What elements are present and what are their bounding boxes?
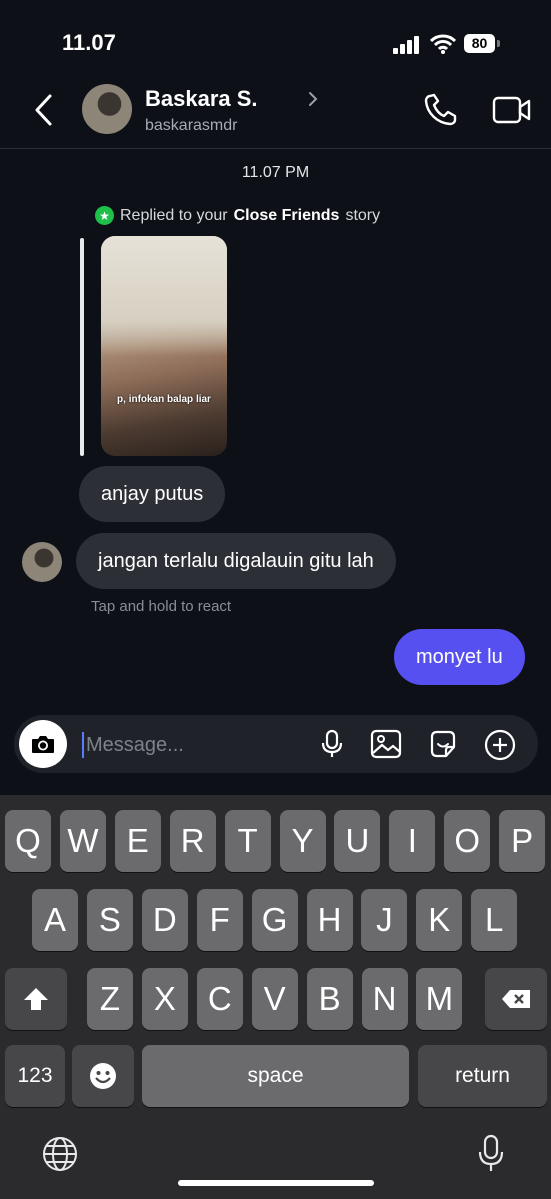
text-caret <box>82 732 84 758</box>
message-bubble-outgoing[interactable]: monyet lu <box>394 629 525 685</box>
battery-icon: 80 <box>464 34 500 53</box>
dictation-mic-icon[interactable] <box>476 1134 506 1174</box>
signal-icon <box>393 36 421 54</box>
globe-icon[interactable] <box>42 1136 78 1172</box>
camera-icon <box>32 736 54 753</box>
key-y[interactable]: Y <box>279 810 326 872</box>
key-i[interactable]: I <box>389 810 436 872</box>
sender-avatar[interactable] <box>22 542 62 582</box>
key-v[interactable]: V <box>251 968 298 1030</box>
key-m[interactable]: M <box>416 968 463 1030</box>
chevron-right-icon[interactable] <box>306 90 320 108</box>
reply-quote-bar <box>80 238 84 456</box>
story-thumbnail[interactable]: p, infokan balap liar <box>101 236 227 456</box>
message-bubble-incoming[interactable]: jangan terlalu digalauin gitu lah <box>76 533 396 589</box>
shift-key[interactable] <box>5 968 67 1030</box>
story-reply-note: ★ Replied to your Close Friends story <box>95 206 380 225</box>
key-q[interactable]: Q <box>5 810 51 872</box>
key-j[interactable]: J <box>361 889 408 951</box>
key-z[interactable]: Z <box>87 968 133 1030</box>
home-indicator[interactable] <box>178 1180 374 1186</box>
message-input[interactable] <box>86 730 306 760</box>
key-k[interactable]: K <box>416 889 463 951</box>
header-divider <box>0 148 551 149</box>
delete-key[interactable] <box>485 968 547 1030</box>
contact-name[interactable]: Baskara S. <box>145 86 258 112</box>
sticker-icon[interactable] <box>428 729 458 759</box>
status-time: 11.07 <box>62 30 116 55</box>
key-t[interactable]: T <box>224 810 271 872</box>
key-a[interactable]: A <box>32 889 78 951</box>
key-r[interactable]: R <box>169 810 216 872</box>
reply-close-friends: Close Friends <box>233 206 340 224</box>
key-s[interactable]: S <box>86 889 133 951</box>
key-e[interactable]: E <box>114 810 161 872</box>
reply-prefix: Replied to your <box>120 206 228 224</box>
key-h[interactable]: H <box>306 889 353 951</box>
video-call-button[interactable] <box>492 94 532 126</box>
key-u[interactable]: U <box>334 810 381 872</box>
plus-circle-icon[interactable] <box>484 729 516 761</box>
microphone-icon[interactable] <box>317 729 347 759</box>
message-bubble-incoming[interactable]: anjay putus <box>79 466 226 522</box>
wifi-icon <box>429 34 457 54</box>
emoji-key[interactable] <box>72 1045 134 1107</box>
contact-username[interactable]: baskarasmdr <box>145 117 237 135</box>
key-p[interactable]: P <box>499 810 546 872</box>
key-d[interactable]: D <box>141 889 188 951</box>
message-timestamp: 11.07 PM <box>241 164 310 181</box>
shift-icon <box>24 988 48 1010</box>
key-n[interactable]: N <box>361 968 408 1030</box>
space-key[interactable]: space <box>142 1045 409 1107</box>
react-hint: Tap and hold to react <box>91 598 232 615</box>
key-b[interactable]: B <box>306 968 353 1030</box>
numbers-key[interactable]: 123 <box>5 1045 65 1107</box>
backspace-icon <box>502 990 530 1008</box>
key-o[interactable]: O <box>444 810 491 872</box>
back-button[interactable] <box>32 92 56 128</box>
return-key[interactable]: return <box>418 1045 547 1107</box>
battery-level: 80 <box>464 34 495 53</box>
key-l[interactable]: L <box>471 889 518 951</box>
key-f[interactable]: F <box>196 889 243 951</box>
contact-avatar[interactable] <box>82 84 132 134</box>
key-g[interactable]: G <box>251 889 298 951</box>
key-x[interactable]: X <box>141 968 188 1030</box>
close-friends-star-icon: ★ <box>95 206 114 225</box>
reply-suffix: story <box>345 206 381 224</box>
emoji-icon <box>90 1063 116 1089</box>
camera-button[interactable] <box>19 720 67 768</box>
gallery-icon[interactable] <box>370 729 402 759</box>
key-c[interactable]: C <box>196 968 243 1030</box>
phone-call-button[interactable] <box>422 92 460 128</box>
story-caption: p, infokan balap liar <box>117 394 211 405</box>
key-w[interactable]: W <box>59 810 106 872</box>
